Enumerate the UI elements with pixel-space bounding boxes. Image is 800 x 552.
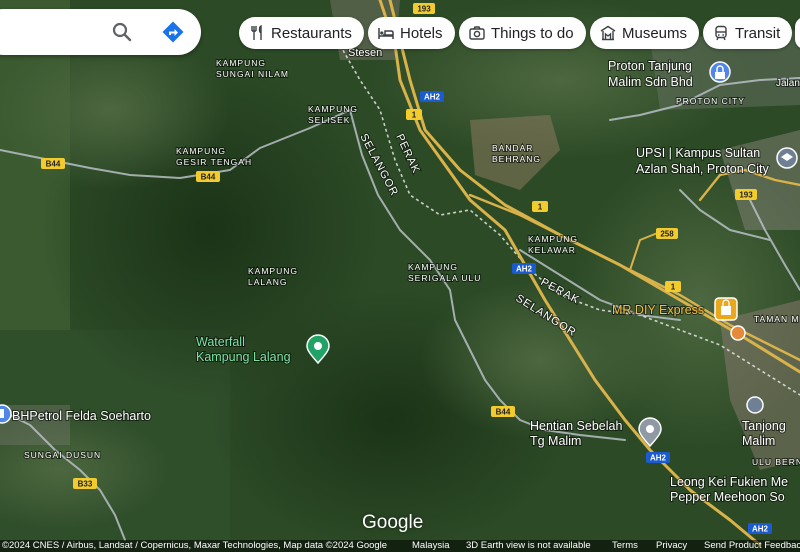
chip-museums-label: Museums <box>622 24 688 42</box>
footer-terms-link[interactable]: Terms <box>612 540 638 552</box>
shield-1-c: 1 <box>665 281 681 292</box>
directions-icon[interactable] <box>161 20 185 44</box>
shopping-pin-icon[interactable] <box>714 297 738 321</box>
shield-ah2-c: AH2 <box>646 452 670 463</box>
transit-icon <box>715 25 727 41</box>
label-ulu-bern: ULU BERN <box>752 457 800 467</box>
museum-icon <box>600 25 616 41</box>
svg-text:AH2: AH2 <box>516 265 533 274</box>
label-sungai-dusun: SUNGAI DUSUN <box>24 450 101 460</box>
school-pin-icon[interactable] <box>776 147 798 169</box>
chip-things-to-do-label: Things to do <box>491 24 574 42</box>
svg-text:193: 193 <box>739 191 753 200</box>
chip-restaurants[interactable]: Restaurants <box>239 17 364 49</box>
label-leong: Leong Kei Fukien Me Pepper Meehoon So <box>670 475 788 504</box>
svg-text:AH2: AH2 <box>752 525 769 534</box>
shield-b44-b: B44 <box>196 171 220 182</box>
svg-text:1: 1 <box>671 283 676 292</box>
fuel-pin-icon[interactable] <box>0 404 12 424</box>
label-mrdiy: MR.DIY Express <box>612 303 704 317</box>
label-jalan: Jalan <box>776 78 800 89</box>
svg-text:B44: B44 <box>201 173 216 182</box>
shield-258: 258 <box>656 228 678 239</box>
svg-text:258: 258 <box>660 230 674 239</box>
lock-pin-icon[interactable] <box>709 61 731 83</box>
hotel-icon <box>378 28 394 39</box>
label-stesen: Stesen <box>348 47 382 59</box>
shield-b33: B33 <box>73 478 97 489</box>
google-logo: Google <box>362 512 424 533</box>
search-box[interactable] <box>0 9 201 55</box>
chip-more[interactable] <box>795 17 800 49</box>
chip-restaurants-label: Restaurants <box>271 24 352 42</box>
chip-transit-label: Transit <box>735 24 781 42</box>
camera-icon <box>469 26 485 40</box>
shield-b44-c: B44 <box>491 406 515 417</box>
footer-feedback-link[interactable]: Send Product Feedback <box>704 540 800 552</box>
svg-text:AH2: AH2 <box>650 454 667 463</box>
chip-transit[interactable]: Transit <box>703 17 793 49</box>
satellite-map[interactable]: 193 AH2 1 B44 B44 1 258 AH2 1 193 B44 B3… <box>0 0 800 552</box>
shield-193-a: 193 <box>413 3 435 14</box>
svg-text:193: 193 <box>417 5 431 14</box>
label-kg-kelawar: KAMPUNG KELAWAR <box>528 234 578 255</box>
chip-hotels-label: Hotels <box>400 24 443 42</box>
chip-things-to-do[interactable]: Things to do <box>459 17 586 49</box>
svg-text:B33: B33 <box>78 480 93 489</box>
label-bhpetrol: BHPetrol Felda Soeharto <box>12 409 151 423</box>
label-proton-city: PROTON CITY <box>676 96 745 106</box>
svg-text:B44: B44 <box>496 408 511 417</box>
map-footer: ©2024 CNES / Airbus, Landsat / Copernicu… <box>0 540 800 552</box>
pin-icon-generic[interactable] <box>730 325 746 341</box>
restaurant-icon <box>251 25 262 40</box>
footer-attribution: ©2024 CNES / Airbus, Landsat / Copernicu… <box>2 540 388 551</box>
search-icon[interactable] <box>110 20 134 44</box>
chip-museums[interactable]: Museums <box>590 17 700 49</box>
svg-text:1: 1 <box>412 111 417 120</box>
shield-ah2-a: AH2 <box>420 91 444 102</box>
svg-text:AH2: AH2 <box>424 93 441 102</box>
shield-1-a: 1 <box>406 109 422 120</box>
footer-country[interactable]: Malaysia <box>412 540 450 552</box>
footer-privacy-link[interactable]: Privacy <box>656 540 687 552</box>
shield-ah2-b: AH2 <box>512 263 536 274</box>
svg-text:B44: B44 <box>46 160 61 169</box>
shield-1-b: 1 <box>532 201 548 212</box>
footer-earth-notice: 3D Earth view is not available <box>466 540 591 551</box>
shield-b44-a: B44 <box>41 158 65 169</box>
svg-text:1: 1 <box>538 203 543 212</box>
sign-pin-icon[interactable] <box>746 396 764 414</box>
chip-hotels[interactable]: Hotels <box>368 17 455 49</box>
shield-193-b: 193 <box>735 189 757 200</box>
label-taman: TAMAN M <box>754 314 800 324</box>
shield-ah2-d: AH2 <box>748 523 772 534</box>
